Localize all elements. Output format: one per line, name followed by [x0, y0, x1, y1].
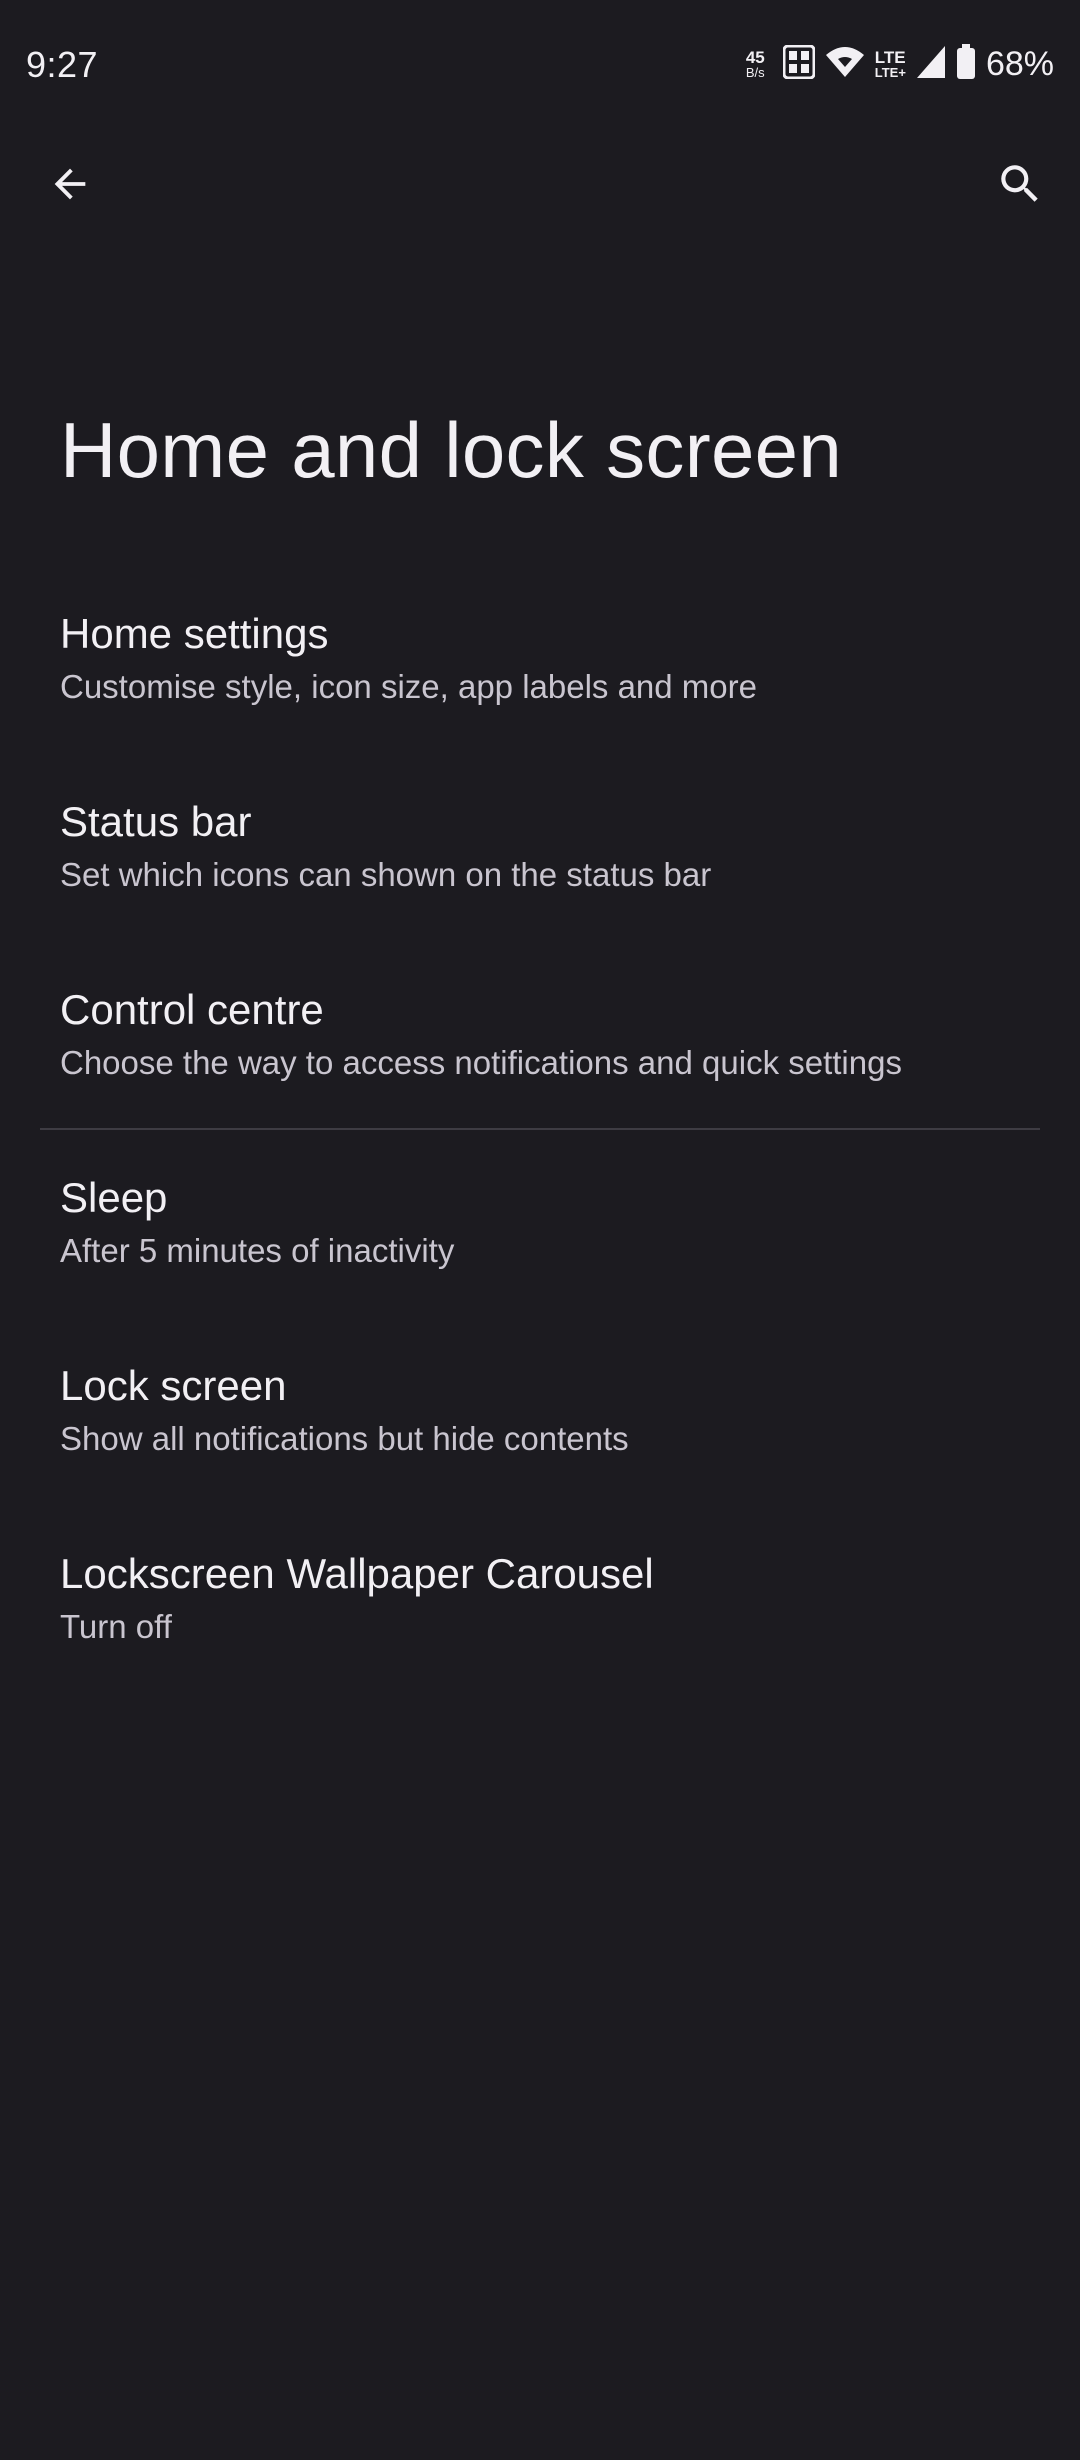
settings-item-home-settings[interactable]: Home settings Customise style, icon size…	[0, 590, 1080, 778]
settings-list: Home settings Customise style, icon size…	[0, 590, 1080, 1718]
settings-item-title: Status bar	[60, 798, 252, 845]
network-speed-value: 45	[745, 48, 765, 67]
settings-item-title: Lock screen	[60, 1362, 287, 1409]
battery-percent: 68%	[985, 44, 1054, 83]
settings-item-title: Control centre	[60, 986, 324, 1033]
section-divider	[40, 1128, 1040, 1130]
page-title: Home and lock screen	[60, 406, 843, 494]
arrow-back-icon	[47, 161, 93, 212]
signal-icon	[916, 44, 946, 85]
sim-dual-icon	[782, 44, 816, 84]
settings-item-lock-screen[interactable]: Lock screen Show all notifications but h…	[0, 1342, 1080, 1530]
search-button[interactable]	[980, 146, 1060, 226]
settings-item-subtitle: Turn off	[60, 1608, 172, 1645]
settings-item-subtitle: Set which icons can shown on the status …	[60, 856, 712, 893]
app-bar	[0, 132, 1080, 236]
status-time: 9:27	[26, 44, 99, 85]
lte-top-label: LTE	[874, 48, 906, 67]
settings-item-control-centre[interactable]: Control centre Choose the way to access …	[0, 966, 1080, 1154]
settings-item-status-bar[interactable]: Status bar Set which icons can shown on …	[0, 778, 1080, 966]
status-icons: 45 B/s LTE LTE+ 68%	[746, 40, 1054, 88]
network-speed: 45 B/s	[746, 49, 765, 79]
settings-item-subtitle: Customise style, icon size, app labels a…	[60, 668, 757, 705]
back-button[interactable]	[30, 146, 110, 226]
settings-item-title: Home settings	[60, 610, 329, 657]
lte-indicator: LTE LTE+	[875, 49, 906, 79]
settings-item-subtitle: After 5 minutes of inactivity	[60, 1232, 455, 1269]
settings-item-title: Sleep	[60, 1174, 168, 1221]
status-bar: 9:27 45 B/s LTE LTE+ 68%	[0, 0, 1080, 132]
settings-item-subtitle: Show all notifications but hide contents	[60, 1420, 629, 1457]
network-speed-unit: B/s	[745, 65, 765, 80]
battery-icon	[956, 43, 976, 85]
wifi-icon	[825, 45, 865, 84]
search-icon	[995, 159, 1045, 214]
settings-item-subtitle: Choose the way to access notifications a…	[60, 1044, 902, 1081]
settings-item-title: Lockscreen Wallpaper Carousel	[60, 1550, 654, 1597]
settings-item-lockscreen-wallpaper-carousel[interactable]: Lockscreen Wallpaper Carousel Turn off	[0, 1530, 1080, 1718]
lte-bottom-label: LTE+	[874, 65, 906, 80]
settings-item-sleep[interactable]: Sleep After 5 minutes of inactivity	[0, 1154, 1080, 1342]
